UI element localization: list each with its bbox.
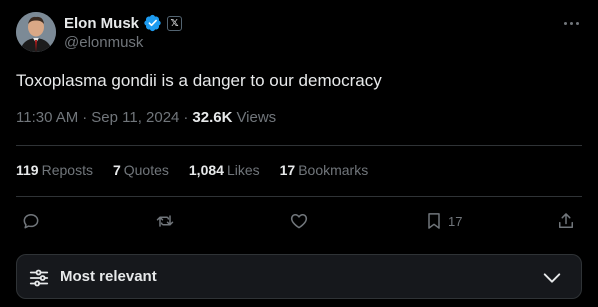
likes-label: Likes <box>226 162 260 178</box>
tweet-text: Toxoplasma gondii is a danger to our dem… <box>16 71 382 90</box>
action-bar: 17 <box>0 208 598 234</box>
author-name-row: Elon Musk 𝕏 <box>64 13 183 33</box>
quotes-label: Quotes <box>123 162 169 178</box>
quotes-count: 7 <box>112 162 121 178</box>
sort-replies-dropdown[interactable]: Most relevant <box>16 254 582 299</box>
x-affiliation-badge-icon[interactable]: 𝕏 <box>167 15 183 31</box>
tweet-date[interactable]: Sep 11, 2024 <box>91 109 179 126</box>
divider <box>16 196 582 197</box>
meta-separator: · <box>82 109 88 126</box>
bookmark-button[interactable]: 17 <box>424 208 462 234</box>
likes-count: 1,084 <box>188 162 224 178</box>
avatar[interactable] <box>16 12 56 52</box>
tweet-time[interactable]: 11:30 AM <box>16 109 78 126</box>
heart-icon <box>290 214 308 229</box>
tweet-meta: 11:30 AM · Sep 11, 2024 · 32.6K Views <box>16 109 276 126</box>
bookmark-count: 17 <box>448 213 463 229</box>
bookmark-icon <box>428 213 440 229</box>
author-display-name[interactable]: Elon Musk <box>64 15 139 32</box>
like-button[interactable] <box>289 208 309 234</box>
more-options-icon[interactable] <box>560 14 582 32</box>
bookmarks-label: Bookmarks <box>298 162 369 178</box>
repost-button[interactable] <box>155 208 175 234</box>
tweet-card: Elon Musk 𝕏 @elonmusk Toxoplasma gondii … <box>0 0 598 307</box>
share-icon <box>559 213 573 228</box>
author-handle[interactable]: @elonmusk <box>64 34 143 51</box>
sort-label: Most relevant <box>60 268 157 285</box>
quotes-stat[interactable]: 7 Quotes <box>113 162 169 178</box>
meta-separator: · <box>183 109 189 126</box>
divider <box>16 145 582 146</box>
sliders-icon <box>29 269 49 287</box>
chevron-down-icon <box>543 273 561 283</box>
views-count: 32.6K <box>192 109 233 126</box>
likes-stat[interactable]: 1,084 Likes <box>189 162 260 178</box>
bookmarks-stat[interactable]: 17 Bookmarks <box>280 162 369 178</box>
engagement-stats: 119 Reposts 7 Quotes 1,084 Likes 17 Bookmark… <box>16 162 388 178</box>
avatar-image <box>16 12 56 52</box>
verified-badge-icon[interactable] <box>144 14 162 32</box>
bookmarks-count: 17 <box>279 162 296 178</box>
views-label: Views <box>236 109 277 126</box>
reposts-count: 119 <box>16 162 39 178</box>
reply-icon <box>23 214 39 229</box>
share-button[interactable] <box>556 208 576 234</box>
reposts-label: Reposts <box>41 162 93 178</box>
repost-icon <box>156 215 174 227</box>
reply-button[interactable] <box>21 208 41 234</box>
reposts-stat[interactable]: 119 Reposts <box>16 162 93 178</box>
